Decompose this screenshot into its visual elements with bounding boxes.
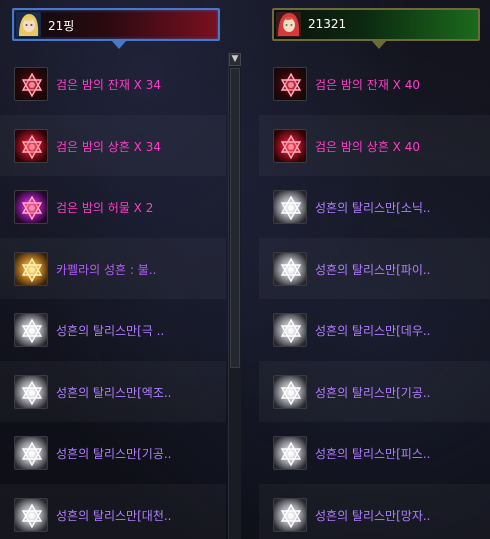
silver-star-talisman-icon xyxy=(14,497,48,532)
left-player-name: 21핑 xyxy=(48,19,75,33)
scroll-down-arrow-icon[interactable]: ▼ xyxy=(229,53,241,66)
item-row[interactable]: 성흔의 탈리스만[대천.. xyxy=(0,484,226,539)
item-row[interactable]: 성흔의 탈리스만[기공.. xyxy=(259,361,490,423)
scrollbar-thumb[interactable] xyxy=(230,68,240,368)
item-row[interactable]: 카펠라의 성흔 : 불.. xyxy=(0,238,226,300)
silver-star-talisman-icon xyxy=(14,436,48,470)
red-star-emblem-icon xyxy=(273,128,307,163)
item-row[interactable]: 검은 밤의 허물 X 2 xyxy=(0,176,226,238)
item-name: 성흔의 탈리스만[피스.. xyxy=(315,447,431,461)
silver-star-talisman-icon xyxy=(273,436,307,470)
item-name: 카펠라의 성흔 : 불.. xyxy=(56,262,157,277)
item-name: 검은 밤의 잔재 X 34 xyxy=(56,78,161,92)
right-header-pointer xyxy=(371,40,387,49)
dark-red-star-emblem-icon xyxy=(14,67,48,101)
item-row[interactable]: 성흔의 탈리스만[데우.. xyxy=(259,299,490,361)
item-row[interactable]: 검은 밤의 잔재 X 40 xyxy=(259,53,490,115)
left-header-pointer xyxy=(111,40,127,49)
item-row[interactable]: 성흔의 탈리스만[엑조.. xyxy=(0,361,226,423)
item-name: 검은 밤의 허물 X 2 xyxy=(56,201,154,215)
item-name: 성흔의 탈리스만[기공.. xyxy=(315,385,431,400)
dark-red-star-emblem-icon xyxy=(273,67,307,101)
right-player-name: 21321 xyxy=(308,17,347,31)
silver-star-talisman-icon xyxy=(273,497,307,532)
left-player-header: 21핑 xyxy=(12,8,220,49)
blonde-character-portrait-icon xyxy=(16,12,41,37)
left-scrollbar[interactable]: ▼ xyxy=(228,53,241,539)
item-name: 성흔의 탈리스만[기공.. xyxy=(56,447,172,461)
silver-star-talisman-icon xyxy=(273,251,307,286)
gold-star-talisman-icon xyxy=(14,251,48,286)
left-item-list: 검은 밤의 잔재 X 34 검은 밤의 상흔 X 34 검은 밤의 허물 X 2 카펠… xyxy=(0,53,226,539)
right-player-header: 21321 xyxy=(272,8,480,49)
silver-star-talisman-icon xyxy=(273,190,307,224)
item-name: 성흔의 탈리스만[망자.. xyxy=(315,508,431,523)
item-row[interactable]: 성흔의 탈리스만[기공.. xyxy=(0,422,226,484)
silver-star-talisman-icon xyxy=(14,313,48,347)
item-name: 검은 밤의 잔재 X 40 xyxy=(315,78,420,92)
item-name: 성흔의 탈리스만[극 .. xyxy=(56,324,165,338)
purple-orb-emblem-icon xyxy=(14,190,48,224)
item-name: 성흔의 탈리스만[소닉.. xyxy=(315,201,431,215)
item-name: 성흔의 탈리스만[파이.. xyxy=(315,262,431,277)
right-item-list: 검은 밤의 잔재 X 40 검은 밤의 상흔 X 40 성흔의 탈리스만[소닉.. 성… xyxy=(259,53,490,539)
item-row[interactable]: 성흔의 탈리스만[피스.. xyxy=(259,422,490,484)
item-row[interactable]: 성흔의 탈리스만[극 .. xyxy=(0,299,226,361)
item-name: 검은 밤의 상흔 X 40 xyxy=(315,139,420,154)
silver-star-talisman-icon xyxy=(273,374,307,409)
red-hair-character-portrait-icon xyxy=(276,12,301,37)
item-name: 성흔의 탈리스만[대천.. xyxy=(56,508,172,523)
item-row[interactable]: 성흔의 탈리스만[소닉.. xyxy=(259,176,490,238)
item-name: 검은 밤의 상흔 X 34 xyxy=(56,139,161,154)
item-row[interactable]: 검은 밤의 상흔 X 40 xyxy=(259,115,490,177)
silver-star-talisman-icon xyxy=(273,313,307,347)
item-row[interactable]: 검은 밤의 잔재 X 34 xyxy=(0,53,226,115)
item-row[interactable]: 검은 밤의 상흔 X 34 xyxy=(0,115,226,177)
item-row[interactable]: 성흔의 탈리스만[망자.. xyxy=(259,484,490,539)
right-player-panel: 21321 검은 밤의 잔재 X 40 검은 밤의 상흔 X 40 성흔의 탈리스만… xyxy=(259,0,490,539)
item-name: 성흔의 탈리스만[엑조.. xyxy=(56,385,172,400)
red-star-emblem-icon xyxy=(14,128,48,163)
item-row[interactable]: 성흔의 탈리스만[파이.. xyxy=(259,238,490,300)
silver-star-talisman-icon xyxy=(14,374,48,409)
item-name: 성흔의 탈리스만[데우.. xyxy=(315,324,431,338)
left-player-panel: 21핑 ▼ 검은 밤의 잔재 X 34 검은 밤의 상흔 X 34 검은 밤의 허물… xyxy=(0,0,245,539)
